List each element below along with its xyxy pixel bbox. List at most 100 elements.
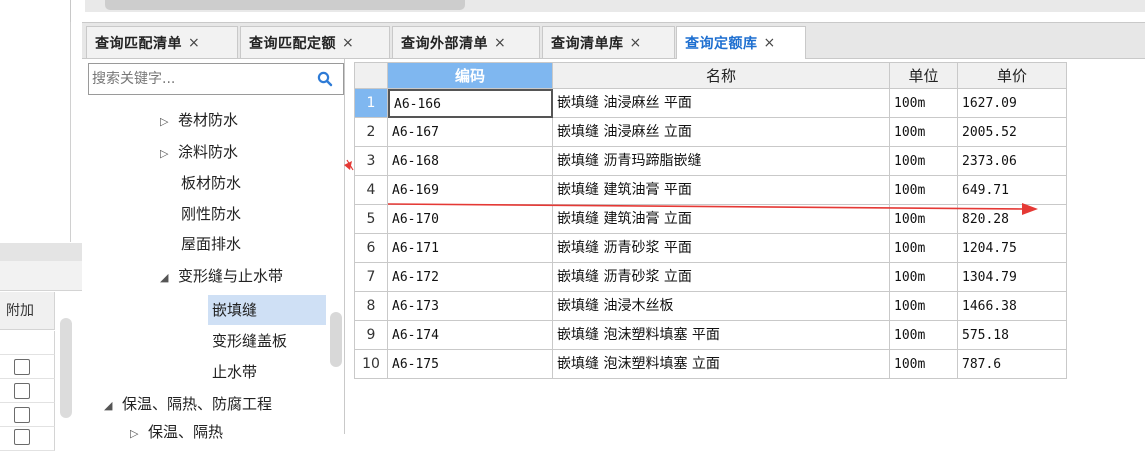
tree-item-selected[interactable]: 嵌填缝 — [212, 296, 257, 324]
cell-unit[interactable]: 100m — [890, 147, 958, 176]
cell-unit[interactable]: 100m — [890, 118, 958, 147]
row-number[interactable]: 9 — [354, 321, 388, 350]
cell-code[interactable]: A6-166 — [388, 89, 553, 118]
tab-label: 查询匹配清单 — [95, 35, 182, 52]
tab-match-quota[interactable]: 查询匹配定额 × — [240, 26, 390, 58]
panel-divider — [70, 22, 71, 242]
tree-item-label: 刚性防水 — [181, 205, 242, 223]
cell-price[interactable]: 2373.06 — [958, 147, 1067, 176]
row-number[interactable]: 10 — [354, 350, 388, 379]
vertical-scrollbar[interactable] — [330, 312, 342, 367]
cell-price[interactable]: 787.6 — [958, 350, 1067, 379]
cell-price[interactable]: 2005.52 — [958, 118, 1067, 147]
horizontal-scrollbar-thumb[interactable] — [105, 0, 465, 10]
close-icon[interactable]: × — [188, 35, 200, 51]
expand-arrow-icon[interactable]: ▷ — [160, 108, 178, 136]
cell-unit[interactable]: 100m — [890, 234, 958, 263]
cell-code[interactable]: A6-173 — [388, 292, 553, 321]
expand-arrow-icon[interactable]: ▷ — [130, 420, 148, 448]
tree-item[interactable]: ▷ 卷材防水 — [160, 106, 238, 134]
row-number[interactable]: 3 — [354, 147, 388, 176]
tree-item[interactable]: ▷ 保温、隔热 — [130, 418, 223, 446]
cell-code[interactable]: A6-175 — [388, 350, 553, 379]
table-row — [0, 355, 55, 379]
cell-code[interactable]: A6-169 — [388, 176, 553, 205]
checkbox[interactable] — [14, 407, 30, 423]
column-header-price[interactable]: 单价 — [958, 62, 1067, 89]
checkbox[interactable] — [14, 383, 30, 399]
cell-price[interactable]: 649.71 — [958, 176, 1067, 205]
cell-code[interactable]: A6-172 — [388, 263, 553, 292]
cell-name[interactable]: 嵌填缝 沥青砂浆 立面 — [553, 263, 890, 292]
cell-code[interactable]: A6-174 — [388, 321, 553, 350]
expand-arrow-icon[interactable]: ▷ — [160, 140, 178, 168]
tree-item[interactable]: 刚性防水 — [181, 200, 241, 228]
tree-item[interactable]: 屋面排水 — [181, 230, 241, 258]
column-header-attach[interactable]: 附加 — [0, 292, 55, 330]
row-number[interactable]: 7 — [354, 263, 388, 292]
tree-item[interactable]: ◢ 保温、隔热、防腐工程 — [104, 390, 272, 418]
cell-unit[interactable]: 100m — [890, 292, 958, 321]
column-header-code[interactable]: 编码 — [388, 62, 553, 89]
tree-item[interactable]: 板材防水 — [181, 169, 241, 197]
cell-unit[interactable]: 100m — [890, 176, 958, 205]
cell-price[interactable]: 1304.79 — [958, 263, 1067, 292]
tab-match-list[interactable]: 查询匹配清单 × — [86, 26, 238, 58]
tab-external-list[interactable]: 查询外部清单 × — [392, 26, 540, 58]
table-row — [0, 331, 55, 355]
tree-item[interactable]: ◢ 变形缝与止水带 — [160, 262, 283, 290]
close-icon[interactable]: × — [494, 35, 506, 51]
tab-label: 查询外部清单 — [401, 35, 488, 52]
row-number[interactable]: 4 — [354, 176, 388, 205]
tree-item-label: 嵌填缝 — [212, 301, 258, 319]
cell-price[interactable]: 1204.75 — [958, 234, 1067, 263]
cell-name[interactable]: 嵌填缝 沥青玛蹄脂嵌缝 — [553, 147, 890, 176]
collapse-arrow-icon[interactable]: ◢ — [104, 392, 122, 420]
cell-unit[interactable]: 100m — [890, 321, 958, 350]
cell-unit[interactable]: 100m — [890, 205, 958, 234]
tab-list-library[interactable]: 查询清单库 × — [542, 26, 675, 58]
cell-price[interactable]: 575.18 — [958, 321, 1067, 350]
tree-item[interactable]: ▷ 涂料防水 — [160, 138, 238, 166]
row-number[interactable]: 5 — [354, 205, 388, 234]
cell-name[interactable]: 嵌填缝 建筑油膏 立面 — [553, 205, 890, 234]
checkbox[interactable] — [14, 359, 30, 375]
column-header-name[interactable]: 名称 — [553, 62, 890, 89]
close-icon[interactable]: × — [630, 35, 642, 51]
cell-name[interactable]: 嵌填缝 泡沫塑料填塞 平面 — [553, 321, 890, 350]
tree-item[interactable]: 变形缝盖板 — [212, 327, 287, 355]
cell-code[interactable]: A6-167 — [388, 118, 553, 147]
tab-quota-library[interactable]: 查询定额库 × — [676, 26, 806, 59]
cell-code[interactable]: A6-168 — [388, 147, 553, 176]
close-icon[interactable]: × — [764, 35, 776, 51]
checkbox[interactable] — [14, 429, 30, 445]
cell-unit[interactable]: 100m — [890, 350, 958, 379]
cell-unit[interactable]: 100m — [890, 263, 958, 292]
cell-price[interactable]: 1466.38 — [958, 292, 1067, 321]
cell-price[interactable]: 820.28 — [958, 205, 1067, 234]
cell-name[interactable]: 嵌填缝 建筑油膏 平面 — [553, 176, 890, 205]
cell-unit[interactable]: 100m — [890, 89, 958, 118]
row-number[interactable]: 1 — [354, 89, 388, 118]
cell-code[interactable]: A6-171 — [388, 234, 553, 263]
vertical-scrollbar[interactable] — [60, 318, 72, 418]
collapse-arrow-icon[interactable]: ◢ — [160, 264, 178, 292]
cell-code[interactable]: A6-170 — [388, 205, 553, 234]
cell-name[interactable]: 嵌填缝 油浸麻丝 平面 — [553, 89, 890, 118]
tree-item-label: 变形缝与止水带 — [178, 267, 284, 285]
table-row — [0, 427, 55, 451]
cell-name[interactable]: 嵌填缝 油浸木丝板 — [553, 292, 890, 321]
search-input[interactable] — [92, 66, 312, 92]
cell-name[interactable]: 嵌填缝 泡沫塑料填塞 立面 — [553, 350, 890, 379]
row-number[interactable]: 2 — [354, 118, 388, 147]
row-number[interactable]: 6 — [354, 234, 388, 263]
grid-corner[interactable] — [354, 62, 388, 89]
row-number[interactable]: 8 — [354, 292, 388, 321]
cell-name[interactable]: 嵌填缝 油浸麻丝 立面 — [553, 118, 890, 147]
cell-price[interactable]: 1627.09 — [958, 89, 1067, 118]
close-icon[interactable]: × — [342, 35, 354, 51]
tree-item[interactable]: 止水带 — [212, 358, 257, 386]
column-header-unit[interactable]: 单位 — [890, 62, 958, 89]
cell-name[interactable]: 嵌填缝 沥青砂浆 平面 — [553, 234, 890, 263]
search-icon[interactable] — [316, 70, 334, 88]
